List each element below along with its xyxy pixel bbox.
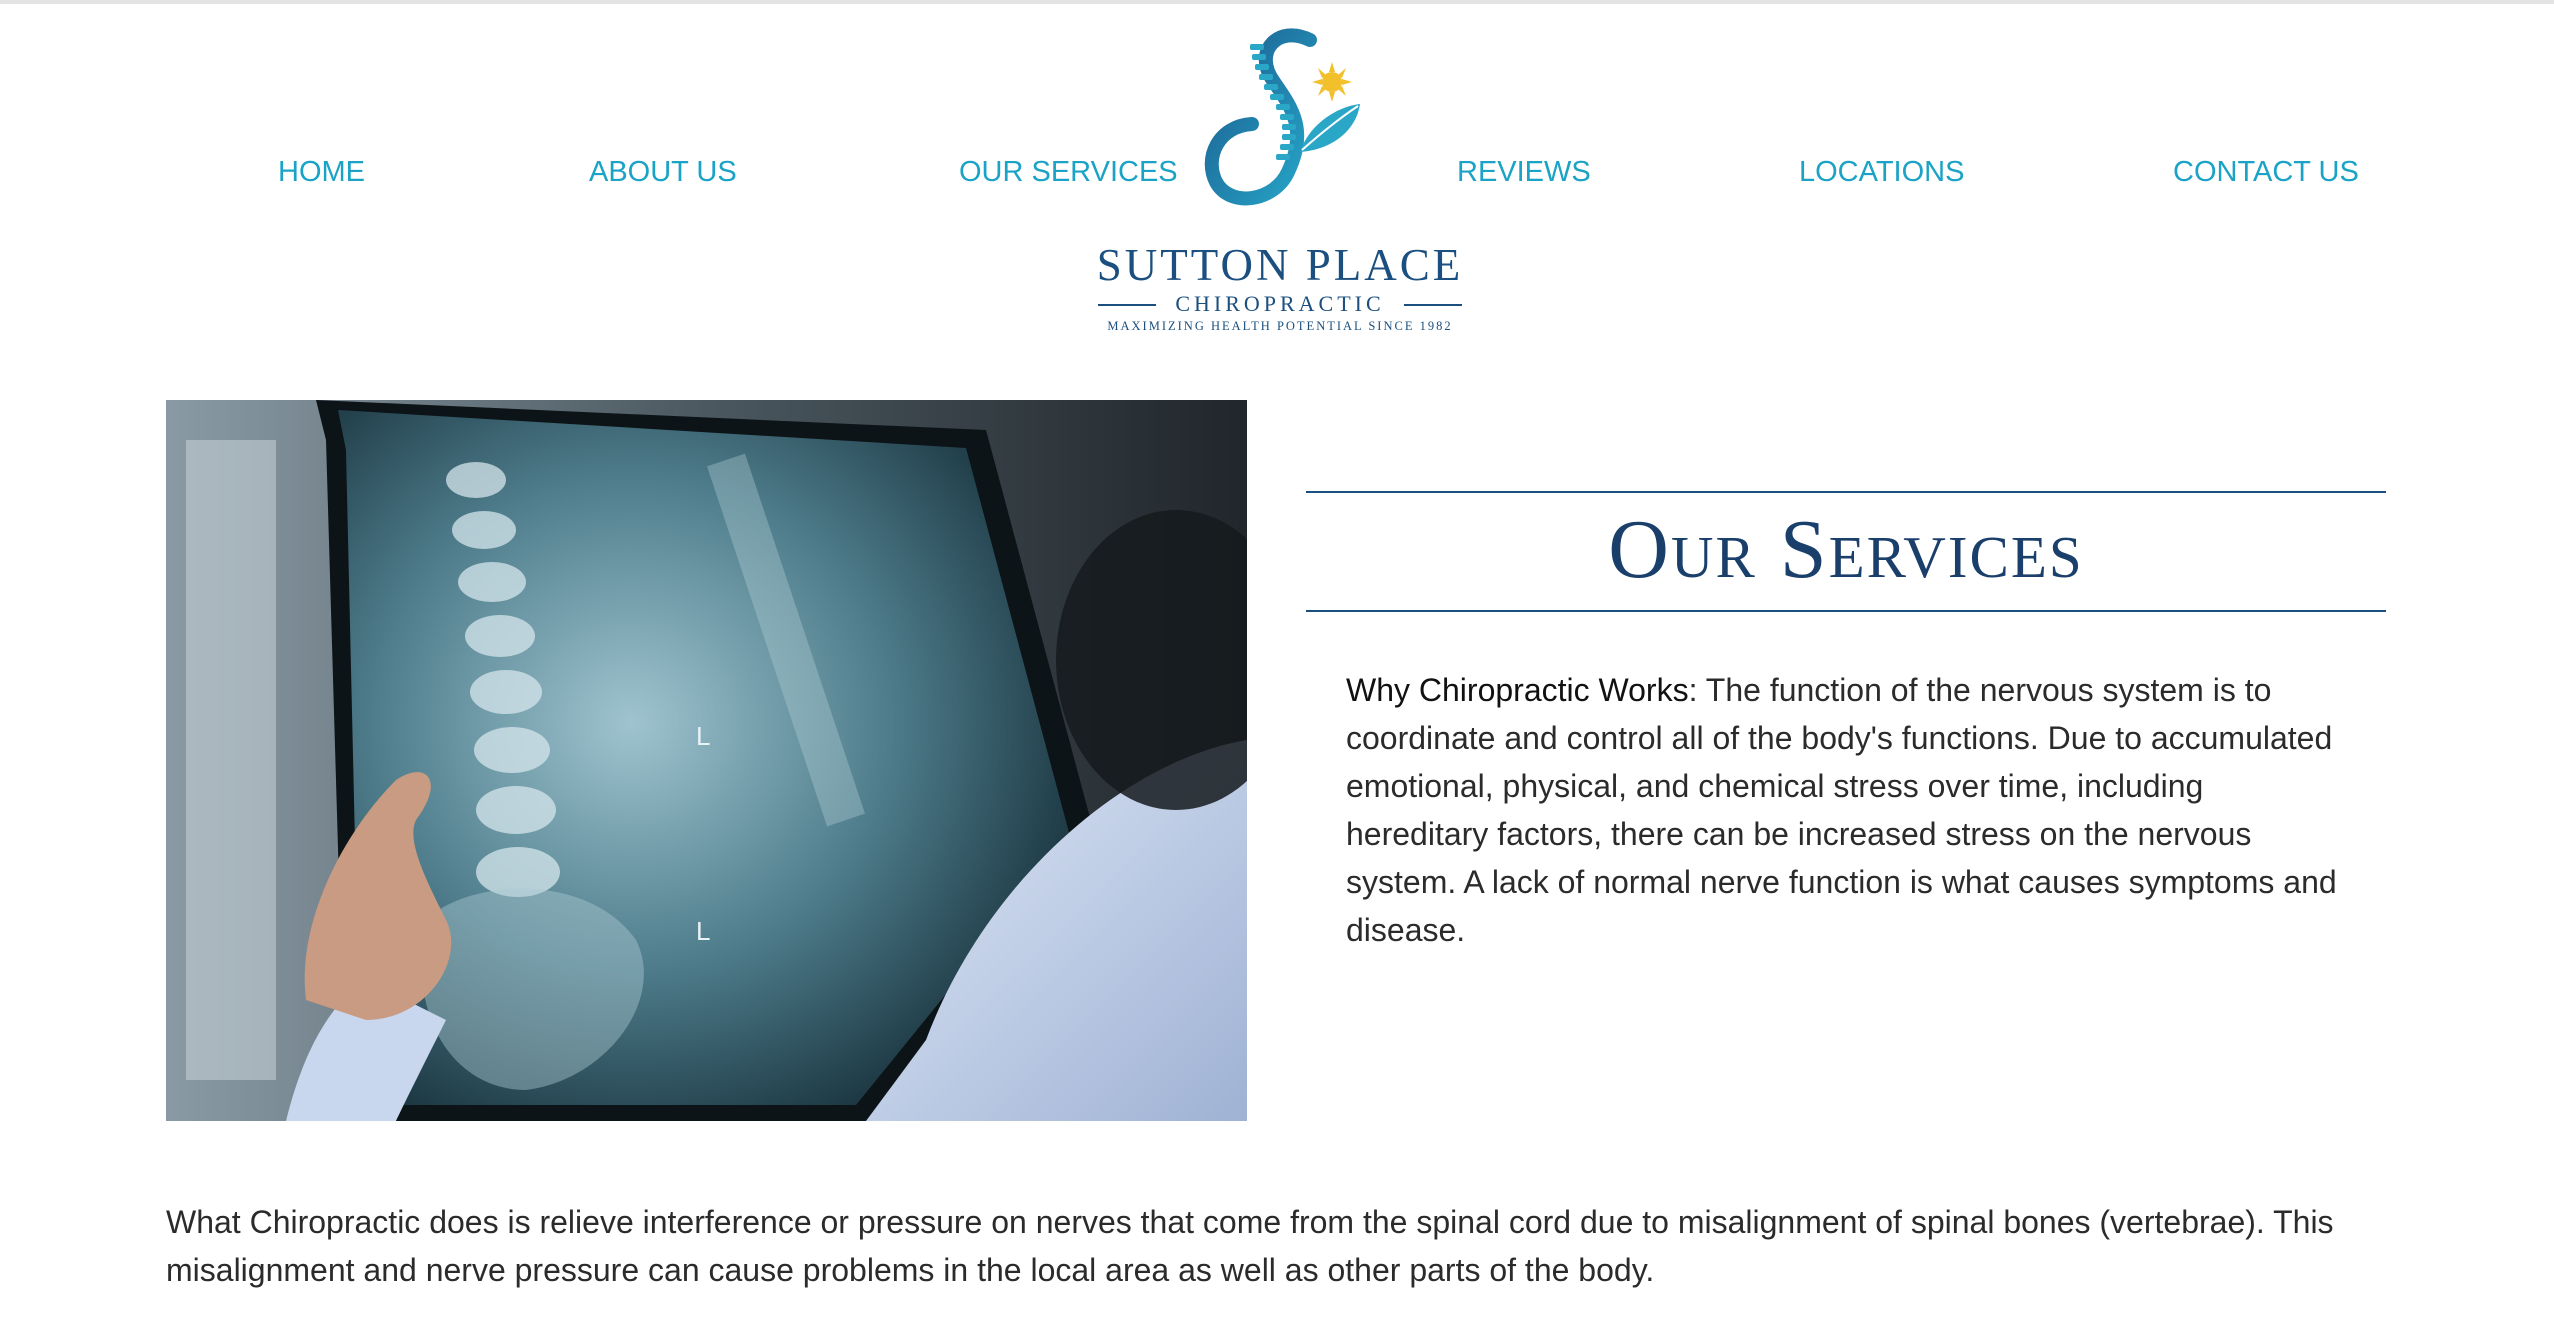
intro-lead: Why Chiropractic Works — [1346, 672, 1689, 708]
page-title: Our Services — [1608, 503, 2084, 596]
divider — [1404, 304, 1462, 306]
logo-subtitle: CHIROPRACTIC — [1175, 291, 1385, 316]
nav-about-link[interactable]: ABOUT US — [589, 152, 737, 192]
site-logo[interactable]: SUTTON PLACE CHIROPRACTIC MAXIMIZING HEA… — [1090, 22, 1470, 333]
intro-text: : The function of the nervous system is … — [1346, 672, 2337, 948]
heading-rule-top — [1306, 491, 2386, 493]
nav-contact-link[interactable]: CONTACT US — [2173, 152, 2359, 192]
heading-rule-bottom — [1306, 610, 2386, 612]
spine-leaf-sun-logo-icon — [1204, 28, 1360, 206]
logo-tagline: MAXIMIZING HEALTH POTENTIAL SINCE 1982 — [1107, 319, 1453, 333]
intro-paragraph: Why Chiropractic Works: The function of … — [1346, 666, 2346, 954]
logo-subtitle-row: CHIROPRACTIC — [1098, 292, 1462, 316]
svg-text:L: L — [696, 721, 710, 751]
divider — [1098, 304, 1156, 306]
top-border — [0, 0, 2554, 4]
doctor-holding-spine-xray-image: L L — [166, 400, 1247, 1121]
nav-reviews-link[interactable]: REVIEWS — [1457, 152, 1591, 192]
xray-photo-illustration: L L — [166, 400, 1247, 1121]
nav-locations-link[interactable]: LOCATIONS — [1799, 152, 1964, 192]
logo-name: SUTTON PLACE — [1096, 240, 1464, 290]
body-paragraph: What Chiropractic does is relieve interf… — [166, 1204, 2334, 1288]
nav-home-link[interactable]: HOME — [278, 152, 365, 192]
svg-text:L: L — [696, 916, 710, 946]
